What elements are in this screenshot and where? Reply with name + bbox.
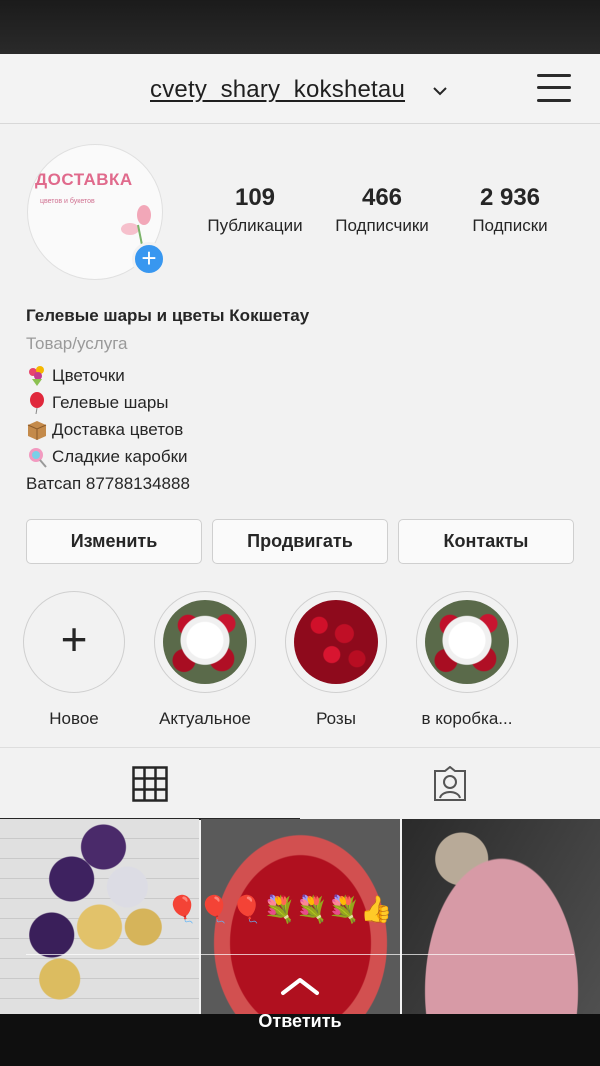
post-thumbnail[interactable]	[402, 819, 600, 1014]
highlight-thumbnail	[294, 600, 378, 684]
profile-category: Товар/услуга	[26, 334, 128, 353]
highlight-thumbnail	[425, 600, 509, 684]
bio-contact[interactable]: Ватсап 87788134888	[26, 470, 586, 497]
bio-line-text: Гелевые шары	[52, 392, 169, 412]
chevron-down-icon[interactable]	[433, 84, 447, 98]
username-switcher[interactable]: cvety_shary_kokshetau	[150, 76, 405, 104]
bio-line: Гелевые шары	[26, 389, 586, 416]
chevron-up-icon[interactable]	[280, 976, 320, 996]
highlight-label: Актуальное	[159, 709, 251, 728]
highlight-label: Новое	[49, 709, 99, 728]
balloon-icon	[30, 391, 44, 414]
plus-icon: +	[60, 613, 88, 665]
add-story-plus-icon[interactable]: +	[132, 242, 166, 276]
promote-button[interactable]: Продвигать	[212, 519, 388, 564]
reply-button[interactable]: Ответить	[0, 1011, 600, 1032]
highlight-roses[interactable]: Розы	[284, 591, 388, 729]
bio: Гелевые шары и цветы Кокшетау Товар/услу…	[26, 306, 586, 497]
highlight-ring	[154, 591, 256, 693]
tab-tagged[interactable]	[300, 748, 600, 820]
reply-divider	[26, 954, 574, 955]
highlight-ring	[416, 591, 518, 693]
profile-screen: cvety_shary_kokshetau ДОСТАВКА цветов и …	[0, 54, 600, 1014]
highlight-label: в коробка...	[421, 709, 513, 728]
avatar-title: ДОСТАВКА	[35, 170, 133, 189]
tab-grid[interactable]	[0, 748, 300, 820]
bio-line-text: Доставка цветов	[52, 419, 184, 439]
highlight-boxes[interactable]: в коробка...	[415, 591, 519, 729]
stat-followers-label: Подписчики	[335, 216, 429, 235]
stat-followers-value: 466	[361, 184, 403, 211]
bio-line-text: Сладкие каробки	[52, 446, 188, 466]
gift-box-image	[402, 819, 600, 1014]
avatar-subtitle: цветов и букетов	[40, 198, 95, 205]
bouquet-icon	[29, 365, 44, 386]
lollipop-icon	[29, 447, 47, 468]
stat-posts-value: 109	[234, 184, 276, 211]
profile-header: cvety_shary_kokshetau	[0, 54, 600, 124]
stat-following-label: Подписки	[472, 216, 548, 235]
story-emoji-sticker: 🎈🎈🎈💐💐💐👍	[166, 894, 393, 924]
stat-posts-label: Публикации	[207, 216, 303, 235]
story-top-bar	[0, 0, 600, 54]
edit-profile-button[interactable]: Изменить	[26, 519, 202, 564]
bio-line: Доставка цветов	[26, 416, 586, 443]
highlight-ring: +	[23, 591, 125, 693]
profile-tabs	[0, 747, 600, 820]
highlight-actual[interactable]: Актуальное	[153, 591, 257, 729]
highlight-ring	[285, 591, 387, 693]
stat-followers[interactable]: 466 Подписчики	[322, 184, 442, 236]
highlight-new[interactable]: + Новое	[22, 591, 126, 729]
grid-icon	[132, 766, 168, 802]
highlight-thumbnail	[163, 600, 247, 684]
flower-icon	[121, 205, 151, 245]
profile-name: Гелевые шары и цветы Кокшетау	[26, 306, 310, 325]
tagged-person-icon	[434, 766, 466, 801]
stat-following[interactable]: 2 936 Подписки	[456, 184, 564, 236]
package-icon	[27, 420, 47, 440]
stat-following-value: 2 936	[479, 184, 541, 211]
menu-icon[interactable]	[537, 72, 571, 104]
bio-line: Сладкие каробки	[26, 443, 586, 470]
stat-posts[interactable]: 109 Публикации	[196, 184, 314, 236]
bio-line: Цветочки	[26, 362, 586, 389]
bio-line-text: Цветочки	[52, 365, 125, 385]
contacts-button[interactable]: Контакты	[398, 519, 574, 564]
highlight-label: Розы	[316, 709, 356, 728]
